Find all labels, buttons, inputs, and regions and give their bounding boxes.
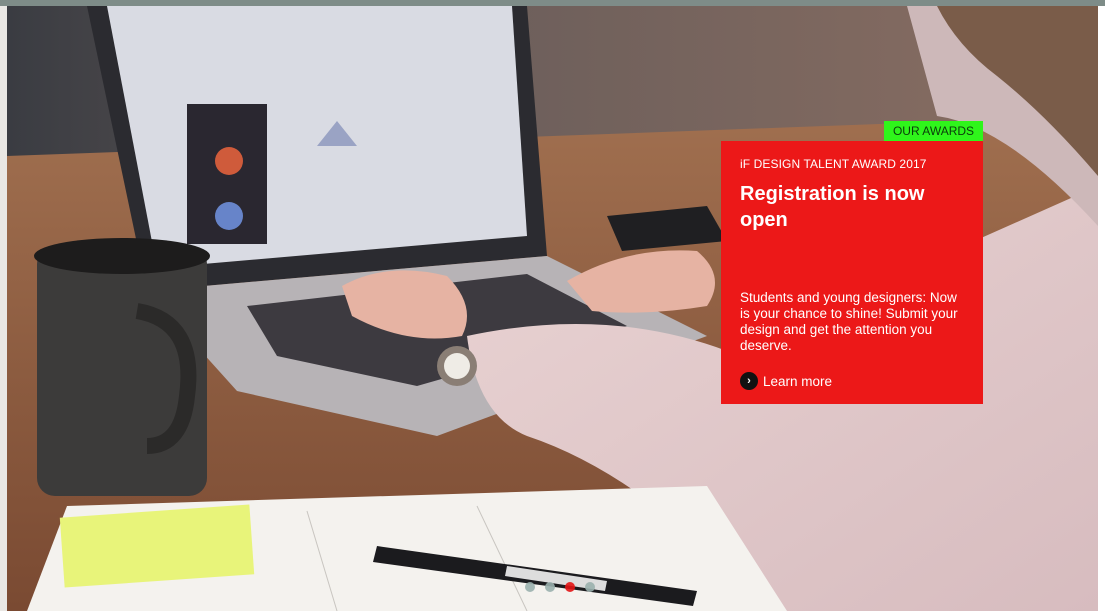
promo-description: Students and young designers: Now is you… — [740, 290, 958, 353]
slider-dot-2[interactable] — [545, 582, 555, 592]
promo-title: Registration is now open — [740, 183, 925, 231]
promo-kicker: iF DESIGN TALENT AWARD 2017 — [740, 157, 927, 171]
chevron-right-icon: › — [740, 372, 758, 390]
learn-more-label: Learn more — [763, 373, 833, 389]
promo-card: iF DESIGN TALENT AWARD 2017 Registration… — [721, 141, 983, 404]
slider-dot-1[interactable] — [525, 582, 535, 592]
page: OUR AWARDS iF DESIGN TALENT AWARD 2017 R… — [0, 0, 1105, 611]
slider-dots — [525, 582, 595, 592]
slider-dot-3[interactable] — [565, 582, 575, 592]
our-awards-tag[interactable]: OUR AWARDS — [884, 121, 983, 141]
slider-dot-4[interactable] — [585, 582, 595, 592]
learn-more-link[interactable]: › Learn more — [740, 372, 832, 390]
left-edge — [0, 6, 7, 611]
